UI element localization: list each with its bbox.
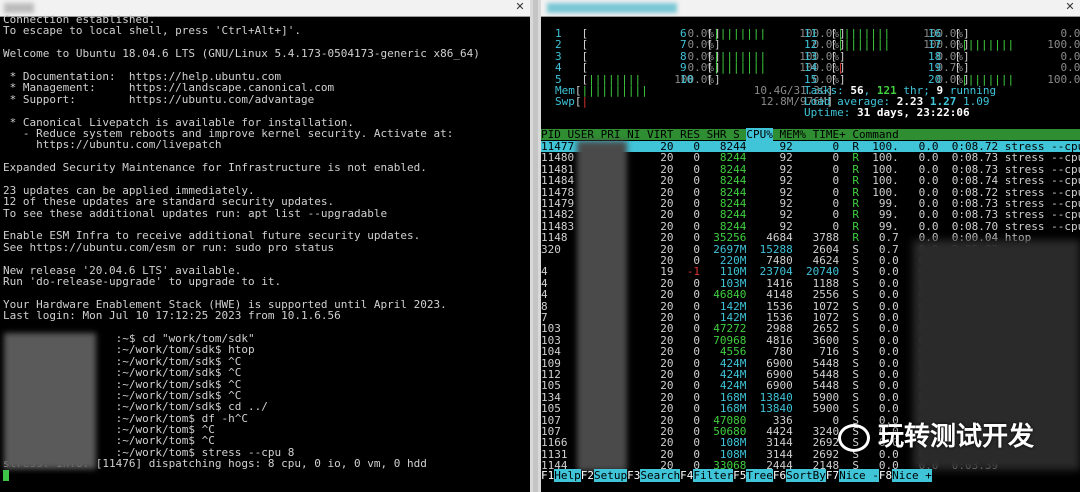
splitter-grip[interactable] bbox=[533, 0, 538, 492]
wechat-logo-icon bbox=[838, 424, 870, 452]
pane-splitter[interactable] bbox=[530, 0, 541, 492]
uptime: Uptime: 31 days, 23:22:06 bbox=[804, 106, 970, 119]
fkey-f2[interactable]: F2 bbox=[581, 469, 594, 482]
uptime-value: 31 days, 23:22:06 bbox=[856, 106, 970, 119]
fkey-f6[interactable]: F6 bbox=[773, 469, 786, 482]
fkey-label[interactable]: Help bbox=[554, 469, 581, 482]
terminal-cursor bbox=[3, 470, 9, 481]
redacted-users bbox=[577, 141, 627, 471]
swp-label: Swp bbox=[555, 95, 575, 108]
terminal-line: Welcome to Ubuntu 18.04.6 LTS (GNU/Linux… bbox=[3, 47, 480, 61]
swap-meter: Swp[| 12.8M/976M] bbox=[555, 95, 834, 108]
process-table-header[interactable]: PID USER PRI NI VIRT RES SHR S CPU% MEM%… bbox=[541, 128, 1080, 141]
left-terminal-pane[interactable]: ✕ Connection established. To escape to lo… bbox=[0, 0, 530, 492]
cpu-percent: 100.0% bbox=[1047, 72, 1080, 86]
redacted-title bbox=[4, 3, 34, 13]
htop-titlebar: ✕ bbox=[541, 0, 1080, 17]
fkey-label[interactable]: Setup bbox=[594, 469, 628, 482]
htop-pane[interactable]: ✕ 1 [ 0.0%] 2 [ 0.0%] 3 [ 0.0%] 4 [ 0.0%] 5 … bbox=[541, 0, 1080, 492]
fkey-label[interactable]: Nice + bbox=[892, 469, 932, 482]
close-icon[interactable]: ✕ bbox=[1064, 1, 1076, 13]
fkey-f3[interactable]: F3 bbox=[627, 469, 640, 482]
fkey-label[interactable]: Nice - bbox=[839, 469, 879, 482]
redacted-title bbox=[547, 3, 677, 13]
fkey-f1[interactable]: F1 bbox=[541, 469, 554, 482]
fkey-f7[interactable]: F7 bbox=[826, 469, 839, 482]
watermark: 玩转测试开发 bbox=[878, 422, 1035, 452]
terminal-line: To escape to local shell, press 'Ctrl+Al… bbox=[3, 24, 302, 38]
terminal-line: To see these additional updates run: apt… bbox=[3, 206, 388, 220]
terminal-line: https://ubuntu.com/livepatch bbox=[3, 138, 222, 152]
close-icon[interactable]: ✕ bbox=[514, 1, 526, 13]
terminal-line: * Support: https://ubuntu.com/advantage bbox=[3, 92, 315, 106]
fkey-label[interactable]: Search bbox=[640, 469, 681, 482]
terminal-line: See https://ubuntu.com/esm or run: sudo … bbox=[3, 240, 335, 254]
fkey-label[interactable]: Filter bbox=[693, 469, 734, 482]
fkey-label[interactable]: Tree bbox=[746, 469, 773, 482]
fkey-f5[interactable]: F5 bbox=[733, 469, 746, 482]
terminal-line: Last login: Mon Jul 10 17:12:25 2023 fro… bbox=[3, 309, 341, 323]
redacted-prompt-hosts bbox=[4, 333, 96, 469]
fkey-f8[interactable]: F8 bbox=[879, 469, 892, 482]
terminal-line: 12 of these updates are standard securit… bbox=[3, 195, 335, 209]
terminal-line: Run 'do-release-upgrade' to upgrade to i… bbox=[3, 274, 282, 288]
function-key-bar: F1HelpF2SetupF3SearchF4FilterF5TreeF6Sor… bbox=[541, 469, 1080, 482]
terminal-line: Expanded Security Maintenance for Infras… bbox=[3, 161, 427, 175]
fkey-label[interactable]: SortBy bbox=[786, 469, 826, 482]
fkey-f4[interactable]: F4 bbox=[680, 469, 693, 482]
